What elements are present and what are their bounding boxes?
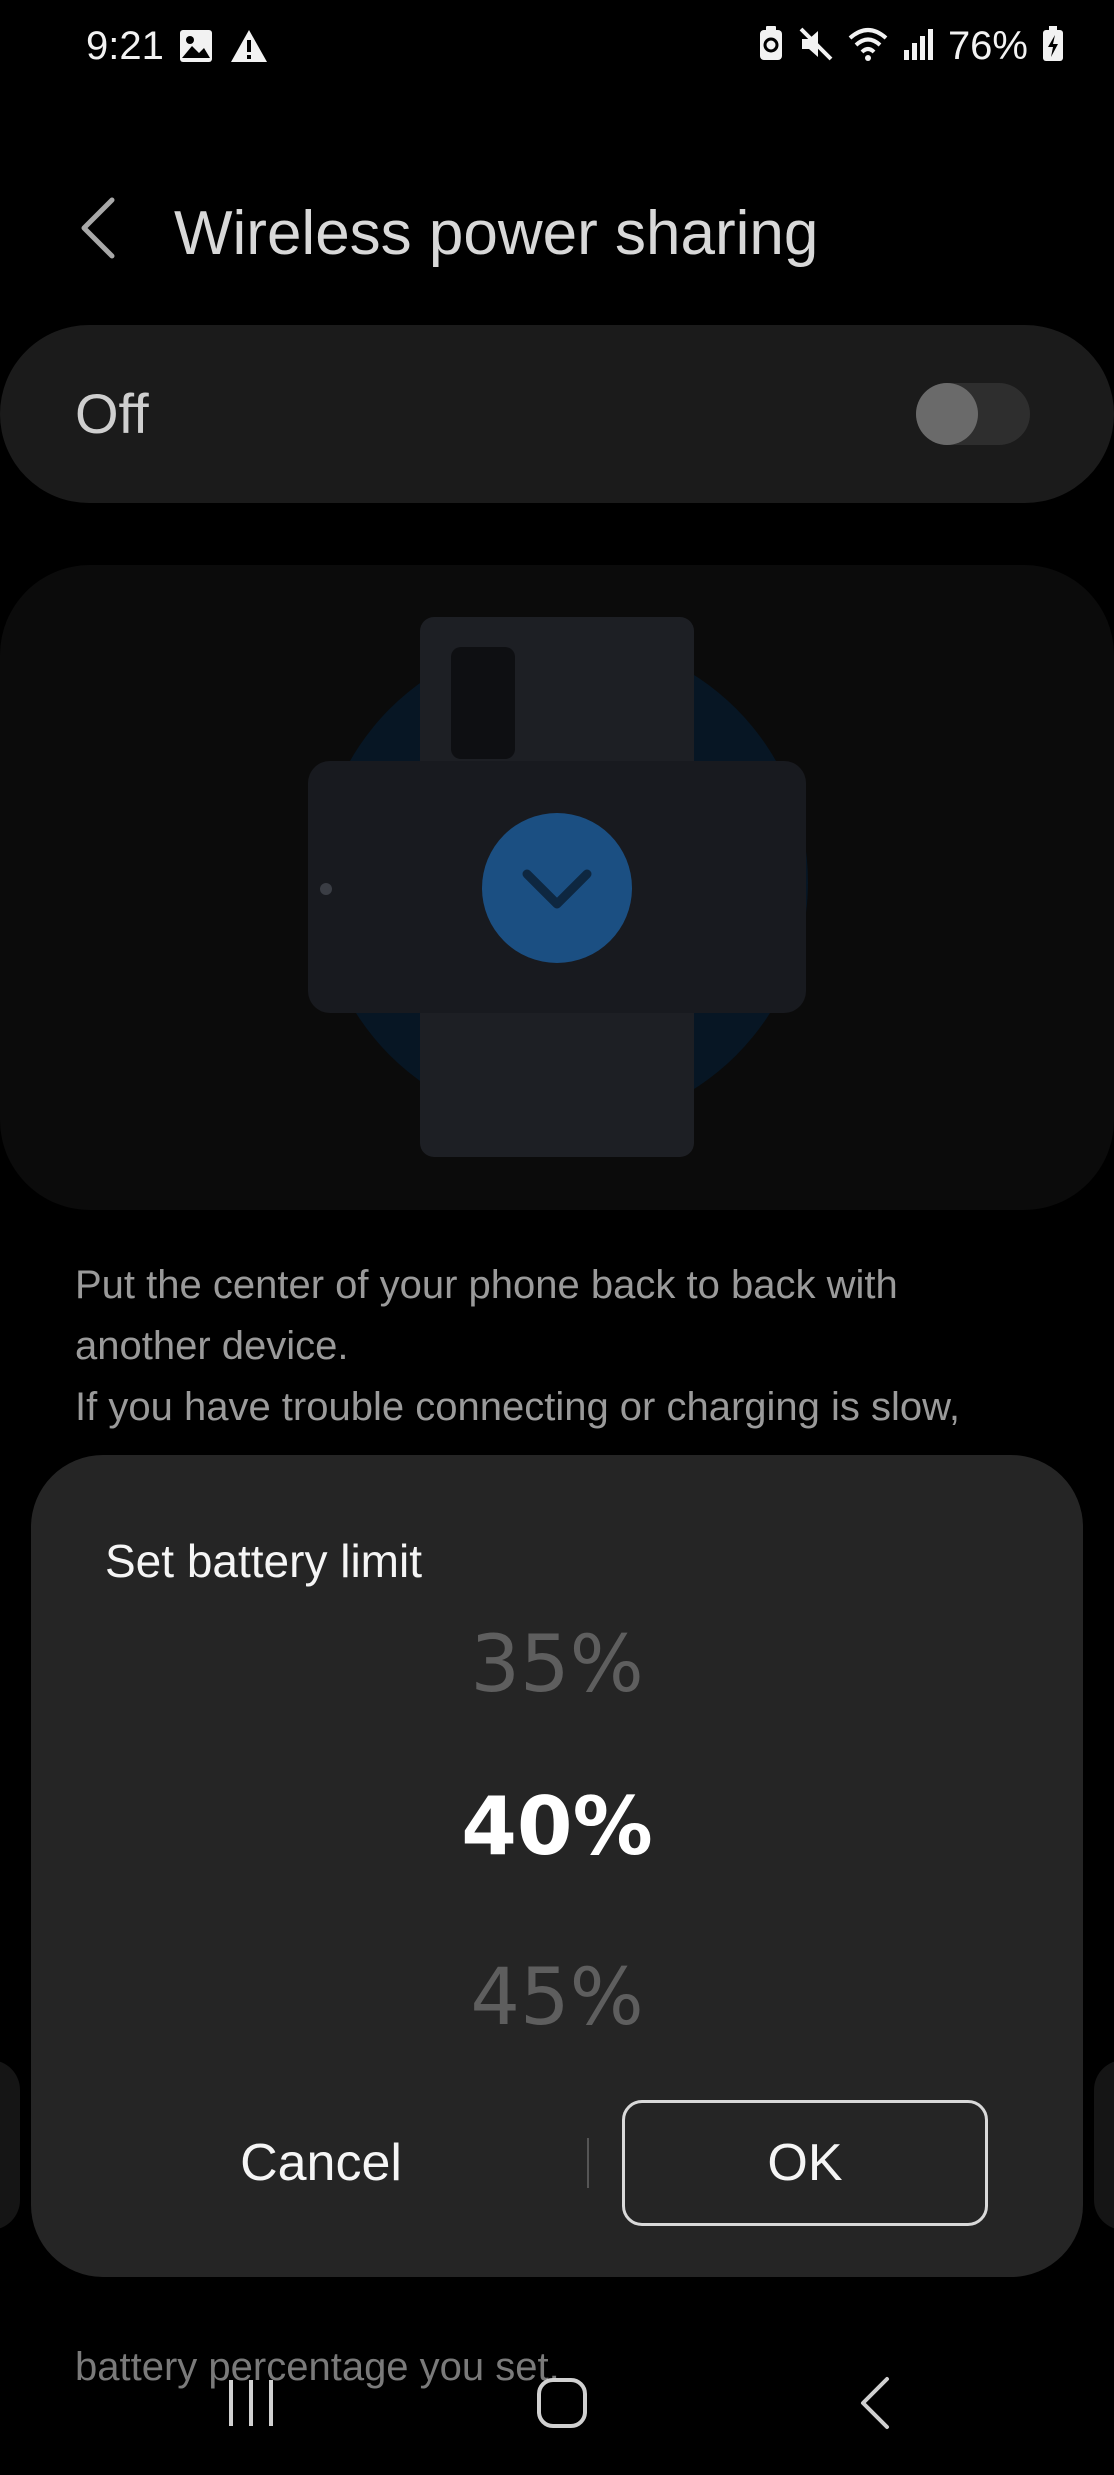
device-dot	[320, 883, 332, 895]
battery-percent: 76%	[947, 24, 1028, 68]
description-text: Put the center of your phone back to bac…	[75, 1255, 1055, 1438]
back-button[interactable]	[68, 190, 128, 270]
master-toggle[interactable]	[916, 383, 1030, 445]
description-line: another device.	[75, 1324, 349, 1368]
toggle-knob	[916, 383, 978, 445]
battery-charging-icon	[1042, 26, 1064, 67]
chevron-left-icon	[78, 196, 118, 265]
dialog-actions: Cancel OK	[31, 2100, 1083, 2230]
illustration-card	[0, 565, 1114, 1210]
header: Wireless power sharing	[0, 190, 1114, 300]
recents-icon	[225, 2378, 277, 2433]
percentage-picker[interactable]: 35% 40% 45%	[31, 1620, 1083, 2043]
nav-back-button[interactable]	[830, 2370, 920, 2440]
signal-icon	[902, 26, 934, 67]
master-switch-card[interactable]: Off	[0, 325, 1114, 503]
navigation-bar	[0, 2330, 1114, 2475]
home-icon	[536, 2377, 588, 2434]
picker-option-selected[interactable]: 40%	[31, 1780, 1083, 1873]
gallery-icon	[178, 28, 214, 69]
cancel-button[interactable]: Cancel	[91, 2100, 551, 2226]
description-line: If you have trouble connecting or chargi…	[75, 1385, 960, 1429]
home-button[interactable]	[517, 2370, 607, 2440]
mute-icon	[798, 26, 834, 67]
page-title: Wireless power sharing	[174, 199, 819, 268]
background-card-edge	[1094, 2060, 1114, 2230]
recents-button[interactable]	[206, 2370, 296, 2440]
check-icon	[482, 813, 632, 963]
master-switch-label: Off	[75, 382, 149, 445]
button-divider	[587, 2138, 589, 2188]
warning-icon	[230, 28, 268, 69]
wifi-icon	[848, 26, 888, 67]
status-bar: 9:21 76%	[0, 0, 1114, 100]
picker-option-next[interactable]: 45%	[31, 1953, 1083, 2043]
back-icon	[857, 2375, 893, 2436]
dialog-title: Set battery limit	[105, 1535, 422, 1587]
camera-module-illustration	[451, 647, 515, 759]
nfc-icon	[758, 26, 784, 67]
background-card-edge	[0, 2060, 20, 2230]
ok-button[interactable]: OK	[622, 2100, 988, 2226]
status-time: 9:21	[86, 24, 164, 68]
picker-option-previous[interactable]: 35%	[31, 1620, 1083, 1710]
battery-limit-dialog: Set battery limit 35% 40% 45% Cancel OK	[31, 1455, 1083, 2277]
description-line: Put the center of your phone back to bac…	[75, 1263, 898, 1307]
